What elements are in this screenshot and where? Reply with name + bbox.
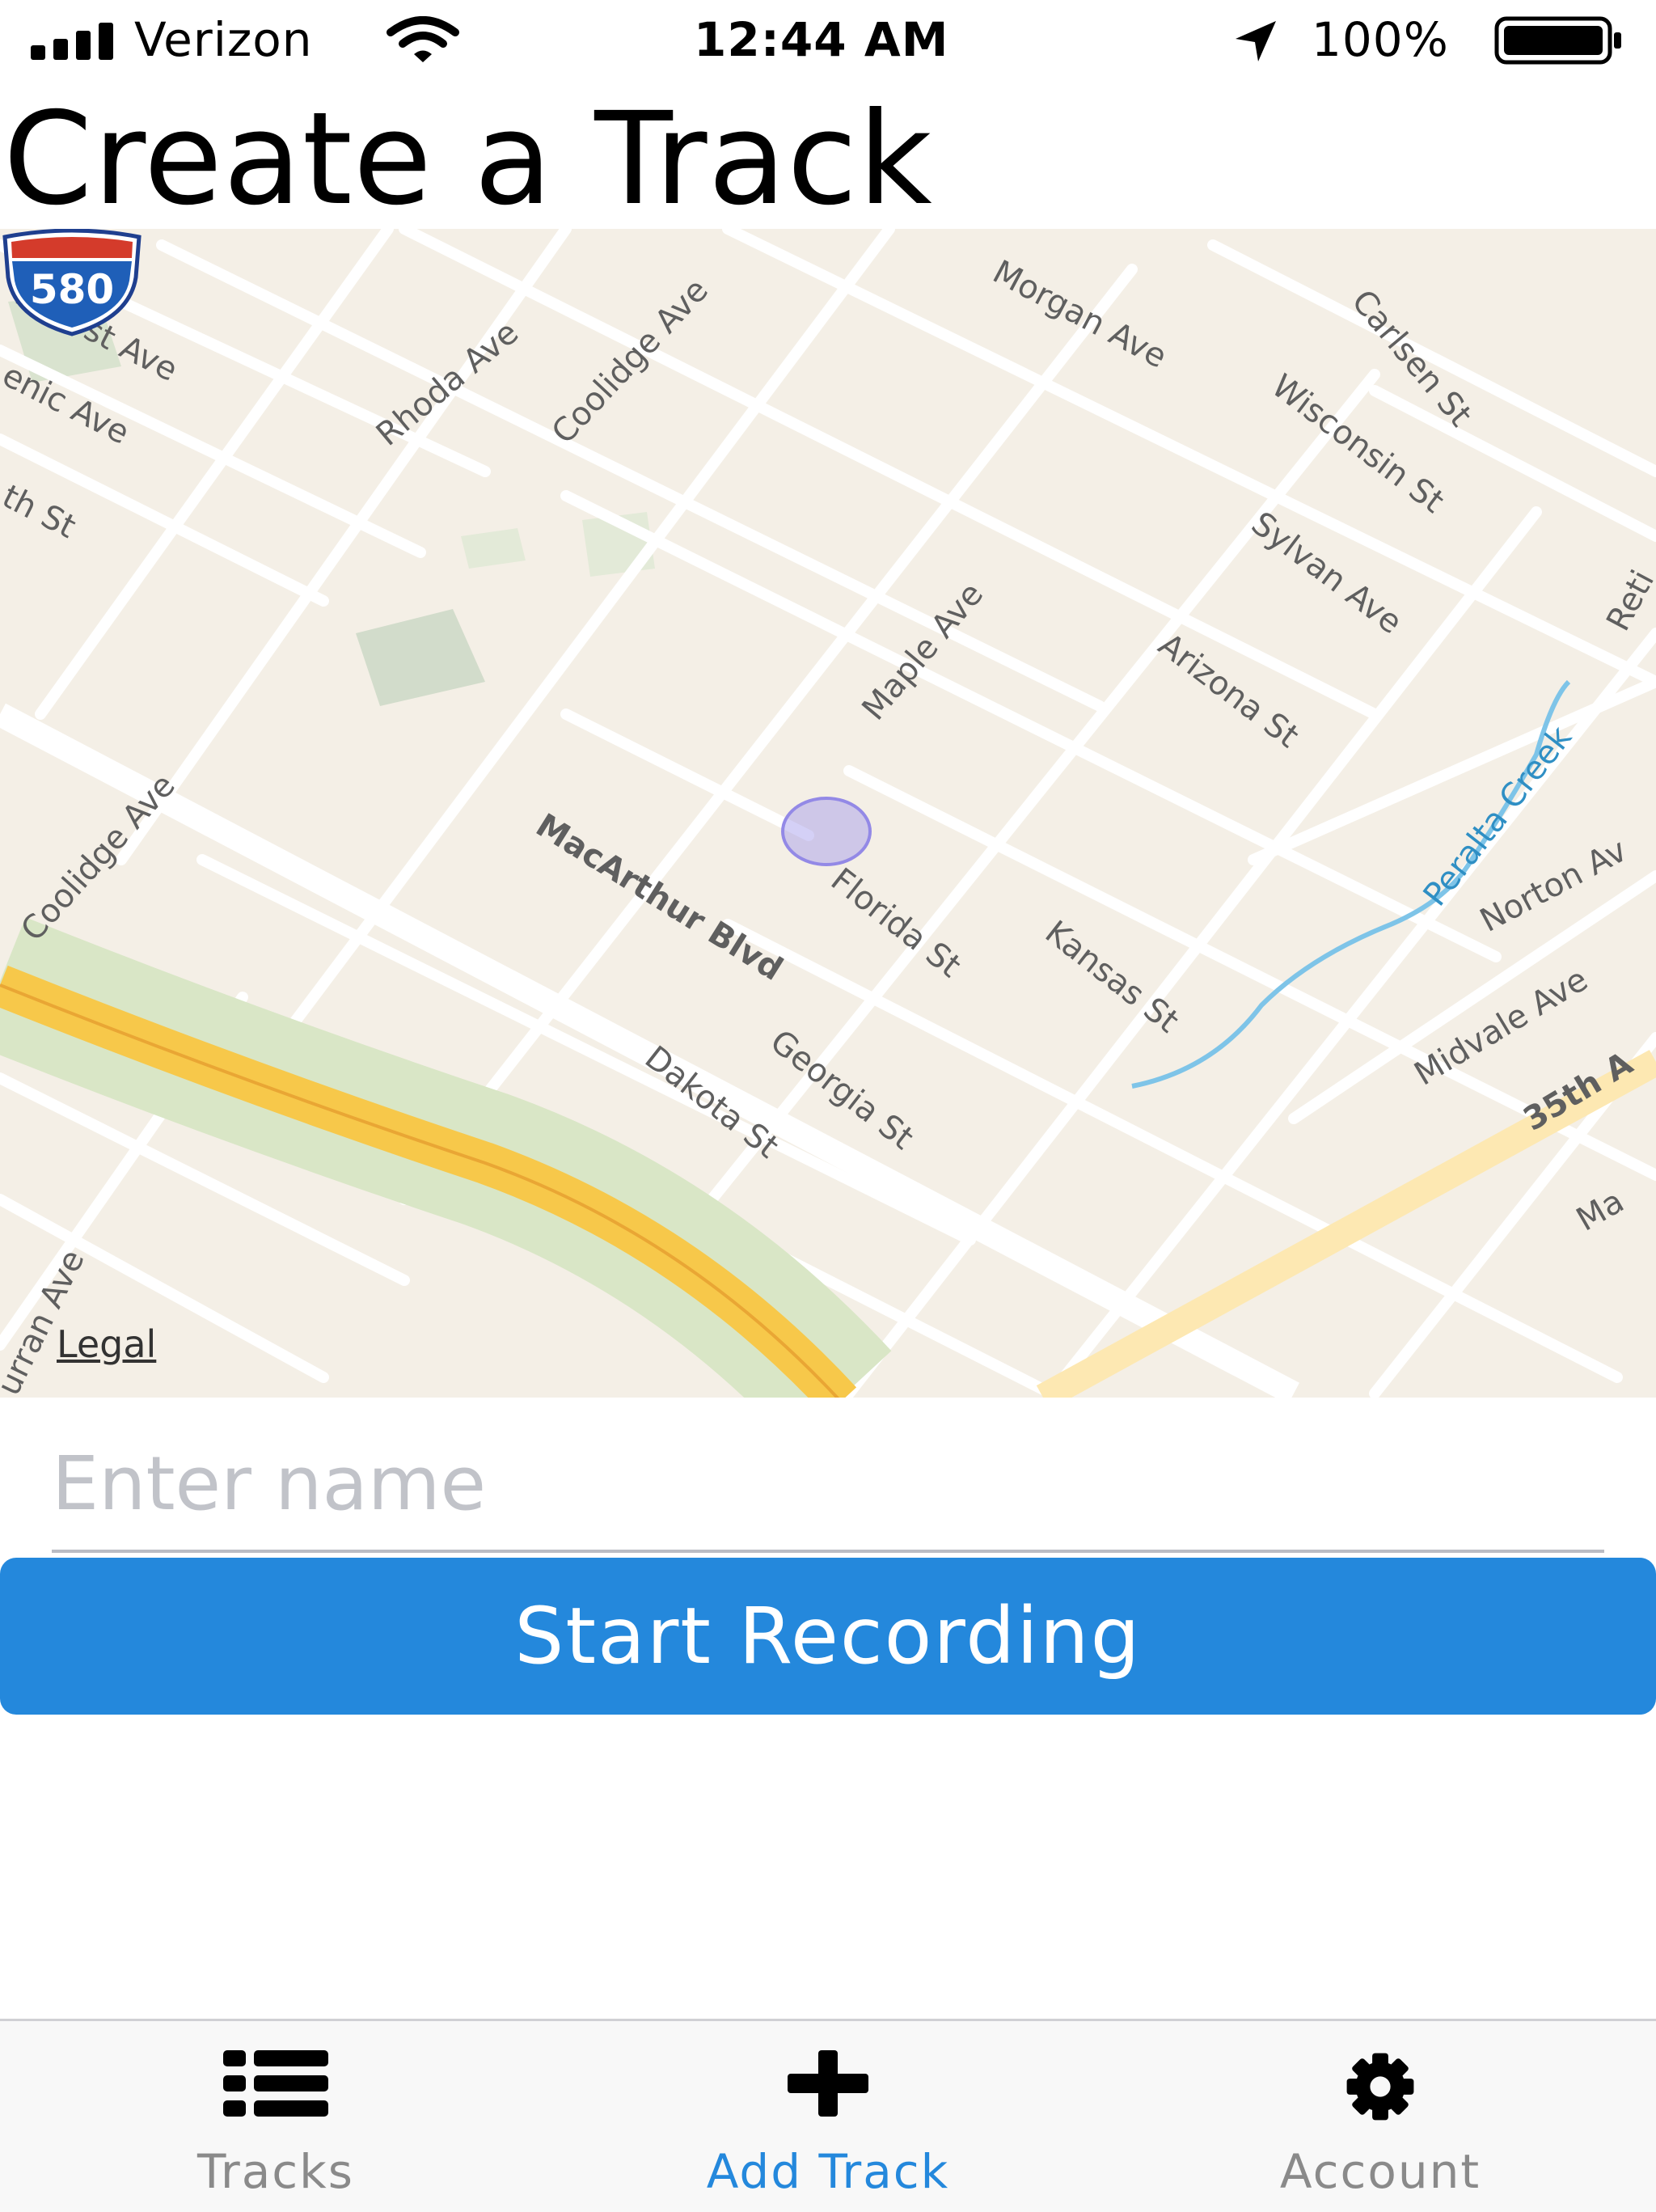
svg-text:Ma: Ma bbox=[1570, 1182, 1630, 1238]
svg-text:Coolidge Ave: Coolidge Ave bbox=[545, 272, 716, 451]
svg-text:Norton Av: Norton Av bbox=[1474, 831, 1633, 939]
map-legal-link[interactable]: Legal bbox=[57, 1322, 156, 1366]
battery-percentage: 100% bbox=[1312, 12, 1449, 67]
svg-text:Reti: Reti bbox=[1599, 565, 1656, 637]
location-arrow-icon bbox=[1236, 21, 1276, 61]
tab-account-label: Account bbox=[1279, 2144, 1481, 2199]
tab-tracks[interactable]: Tracks bbox=[0, 2021, 551, 2212]
carrier-name: Verizon bbox=[134, 12, 313, 67]
current-location-dot bbox=[781, 797, 872, 866]
start-recording-button[interactable]: Start Recording bbox=[0, 1558, 1656, 1715]
plus-icon bbox=[788, 2050, 868, 2117]
highway-580-shield: 580 bbox=[2, 229, 142, 336]
tab-tracks-label: Tracks bbox=[197, 2144, 354, 2199]
svg-text:Rhoda Ave: Rhoda Ave bbox=[370, 314, 526, 454]
tab-account[interactable]: Account bbox=[1105, 2021, 1656, 2212]
track-name-input[interactable] bbox=[52, 1417, 1604, 1553]
map-view[interactable]: Hearst Ave enic Ave th St Rhoda Ave Cool… bbox=[0, 229, 1656, 1398]
status-time: 12:44 AM bbox=[694, 12, 949, 67]
gear-icon bbox=[1346, 2053, 1414, 2121]
signal-icon bbox=[31, 23, 113, 60]
highway-shield-number: 580 bbox=[30, 266, 114, 313]
tab-add-track[interactable]: Add Track bbox=[552, 2021, 1104, 2212]
svg-text:Coolidge Ave: Coolidge Ave bbox=[14, 767, 183, 948]
battery-icon bbox=[1494, 16, 1621, 65]
tab-bar: Tracks Add Track Account bbox=[0, 2019, 1656, 2212]
status-bar: Verizon 12:44 AM 100% bbox=[0, 0, 1656, 81]
list-icon bbox=[223, 2050, 328, 2117]
tab-add-track-label: Add Track bbox=[706, 2144, 950, 2199]
svg-text:th St: th St bbox=[0, 478, 82, 546]
svg-text:MacArthur Blvd: MacArthur Blvd bbox=[530, 806, 789, 988]
page-title: Create a Track bbox=[3, 85, 933, 234]
svg-text:Morgan Ave: Morgan Ave bbox=[986, 253, 1172, 375]
wifi-icon bbox=[387, 16, 459, 62]
